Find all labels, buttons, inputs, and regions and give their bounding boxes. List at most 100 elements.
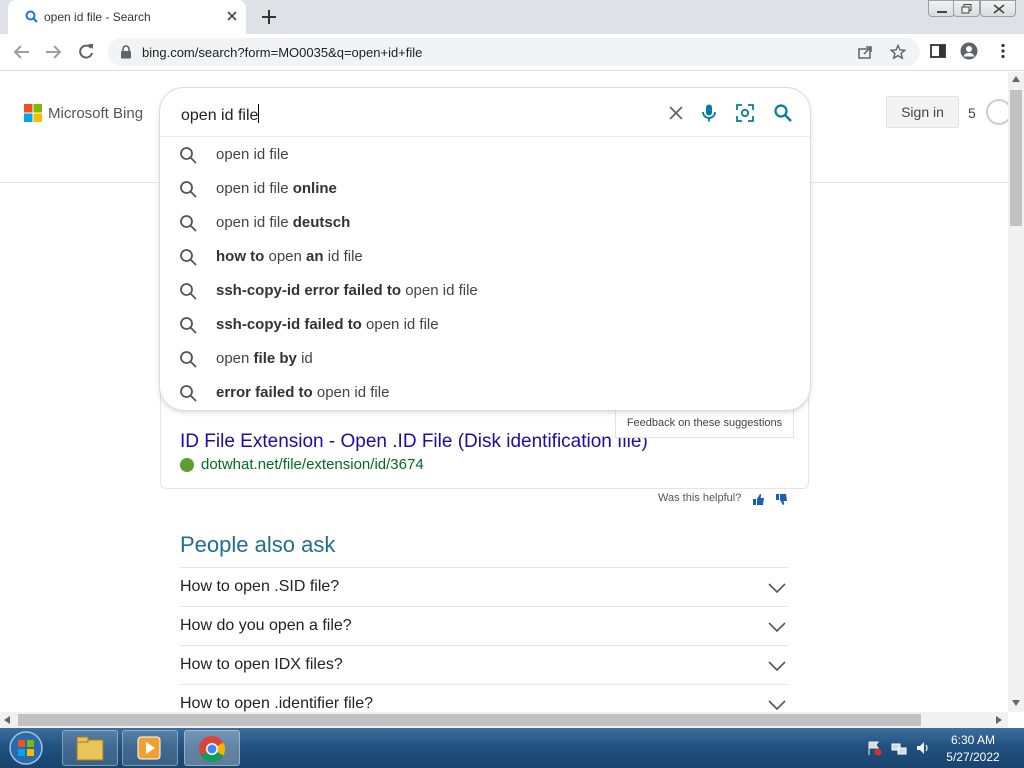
sign-in-button[interactable]: Sign in xyxy=(886,96,959,128)
chevron-down-icon[interactable] xyxy=(768,699,786,711)
bing-logo-text: Microsoft Bing xyxy=(48,105,144,122)
suggestion-part: id file xyxy=(323,248,363,265)
horizontal-scrollbar[interactable] xyxy=(0,712,1008,728)
suggestion-search-icon xyxy=(180,181,197,198)
suggestion-text: how to open an id file xyxy=(216,248,363,265)
file-explorer-icon xyxy=(76,736,104,761)
horizontal-scroll-thumb[interactable] xyxy=(18,714,921,726)
suggestion-part: open xyxy=(216,350,254,367)
search-submit-icon[interactable] xyxy=(773,103,793,123)
side-panel-icon[interactable] xyxy=(929,42,947,60)
paa-question-row[interactable]: How to open .identifier file? xyxy=(180,684,788,712)
suggestion-search-icon xyxy=(180,351,197,368)
restore-button[interactable] xyxy=(953,0,980,17)
suggestion-part: open id file xyxy=(312,384,390,401)
search-input[interactable]: open id file xyxy=(181,104,260,125)
suggestion-bold-part: error failed to xyxy=(216,384,313,401)
taskbar-chrome-button[interactable] xyxy=(184,730,240,766)
scroll-left-arrow-icon[interactable] xyxy=(4,716,10,724)
bing-results-page: Microsoft Bing Sign in 5 Feedback on the… xyxy=(0,72,1010,712)
suggestion-bold-part: ssh-copy-id failed to xyxy=(216,316,362,333)
clock-time[interactable]: 6:30 AM xyxy=(940,733,1006,747)
suggestions-feedback-link[interactable]: Feedback on these suggestions xyxy=(615,410,794,438)
address-url[interactable]: bing.com/search?form=MO0035&q=open+id+fi… xyxy=(142,45,422,60)
paa-question: How do you open a file? xyxy=(180,617,352,634)
result-title-link[interactable]: ID File Extension - Open .ID File (Disk … xyxy=(180,431,648,453)
suggestion-text: open id file xyxy=(216,146,289,163)
search-favicon-icon xyxy=(25,10,38,23)
address-bar[interactable]: bing.com/search?form=MO0035&q=open+id+fi… xyxy=(108,38,920,66)
close-tab-icon[interactable] xyxy=(224,8,240,24)
rewards-trophy-icon[interactable] xyxy=(986,99,1010,125)
suggestion-bold-part: ssh-copy-id error failed to xyxy=(216,282,402,299)
chevron-down-icon[interactable] xyxy=(768,582,786,594)
profile-avatar-icon[interactable] xyxy=(960,42,978,60)
lock-icon[interactable] xyxy=(120,45,132,59)
verified-site-icon xyxy=(180,458,194,472)
paa-question: How to open .identifier file? xyxy=(180,695,373,712)
paa-question: How to open IDX files? xyxy=(180,656,343,673)
media-player-icon xyxy=(137,736,161,760)
paa-question-row[interactable]: How to open .SID file? xyxy=(180,567,788,606)
new-tab-icon[interactable] xyxy=(260,8,278,26)
search-divider xyxy=(160,136,810,137)
scroll-down-arrow-icon[interactable] xyxy=(1012,700,1020,706)
suggestion-item[interactable]: open id file xyxy=(160,138,810,172)
taskbar-explorer-button[interactable] xyxy=(62,730,118,766)
suggestion-text: ssh-copy-id error failed to open id file xyxy=(216,282,478,299)
suggestion-text: open file by id xyxy=(216,350,313,367)
browser-menu-icon[interactable] xyxy=(994,42,1012,60)
suggestion-search-icon xyxy=(180,249,197,266)
vertical-scroll-thumb[interactable] xyxy=(1010,90,1022,226)
network-icon[interactable] xyxy=(891,740,907,756)
suggestion-item[interactable]: ssh-copy-id failed to open id file xyxy=(160,308,810,342)
share-icon[interactable] xyxy=(857,44,873,60)
suggestion-item[interactable]: how to open an id file xyxy=(160,240,810,274)
suggestion-bold-part: deutsch xyxy=(292,214,351,231)
vertical-scrollbar[interactable] xyxy=(1008,72,1024,712)
paa-question: How to open .SID file? xyxy=(180,578,340,595)
volume-icon[interactable] xyxy=(915,740,931,756)
people-also-ask-heading: People also ask xyxy=(180,532,336,557)
rewards-count[interactable]: 5 xyxy=(968,105,976,121)
scroll-up-arrow-icon[interactable] xyxy=(1012,76,1020,82)
suggestion-item[interactable]: open file by id xyxy=(160,342,810,376)
back-icon[interactable] xyxy=(12,42,32,62)
suggestion-item[interactable]: ssh-copy-id error failed to open id file xyxy=(160,274,810,308)
reload-icon[interactable] xyxy=(76,42,96,62)
chevron-down-icon[interactable] xyxy=(768,660,786,672)
suggestion-item[interactable]: error failed to open id file xyxy=(160,376,810,410)
bookmark-star-icon[interactable] xyxy=(890,44,906,60)
microphone-icon[interactable] xyxy=(699,103,719,123)
start-button-icon[interactable] xyxy=(6,730,46,766)
paa-question-row[interactable]: How to open IDX files? xyxy=(180,645,788,684)
suggestion-item[interactable]: open id file deutsch xyxy=(160,206,810,240)
bing-logo[interactable]: Microsoft Bing xyxy=(24,104,154,124)
result-url[interactable]: dotwhat.net/file/extension/id/3674 xyxy=(201,456,424,473)
suggestion-part: open id file xyxy=(216,214,293,231)
thumbs-down-icon[interactable] xyxy=(775,493,788,506)
chevron-down-icon[interactable] xyxy=(768,621,786,633)
paa-question-row[interactable]: How do you open a file? xyxy=(180,606,788,645)
search-box-with-suggestions: open id file open id file open id file on… xyxy=(160,88,810,410)
suggestion-text: open id file online xyxy=(216,180,337,197)
close-window-button[interactable] xyxy=(980,0,1016,17)
scroll-right-arrow-icon[interactable] xyxy=(996,716,1002,724)
visual-search-icon[interactable] xyxy=(735,103,755,123)
suggestion-search-icon xyxy=(180,283,197,300)
action-center-flag-icon[interactable] xyxy=(866,740,882,756)
clear-search-icon[interactable] xyxy=(666,103,686,123)
suggestion-bold-part: online xyxy=(292,180,337,197)
suggestion-part: open id file xyxy=(216,180,293,197)
suggestion-item[interactable]: open id file online xyxy=(160,172,810,206)
thumbs-up-icon[interactable] xyxy=(752,493,765,506)
minimize-button[interactable] xyxy=(928,0,955,17)
tab-title: open id file - Search xyxy=(44,10,151,24)
clock-date[interactable]: 5/27/2022 xyxy=(940,750,1006,764)
suggestion-part: open id file xyxy=(401,282,478,299)
browser-tab[interactable]: open id file - Search xyxy=(8,0,246,34)
taskbar-media-player-button[interactable] xyxy=(122,730,178,766)
forward-icon[interactable] xyxy=(43,42,63,62)
text-caret xyxy=(258,104,260,123)
browser-toolbar: bing.com/search?form=MO0035&q=open+id+fi… xyxy=(0,34,1024,71)
